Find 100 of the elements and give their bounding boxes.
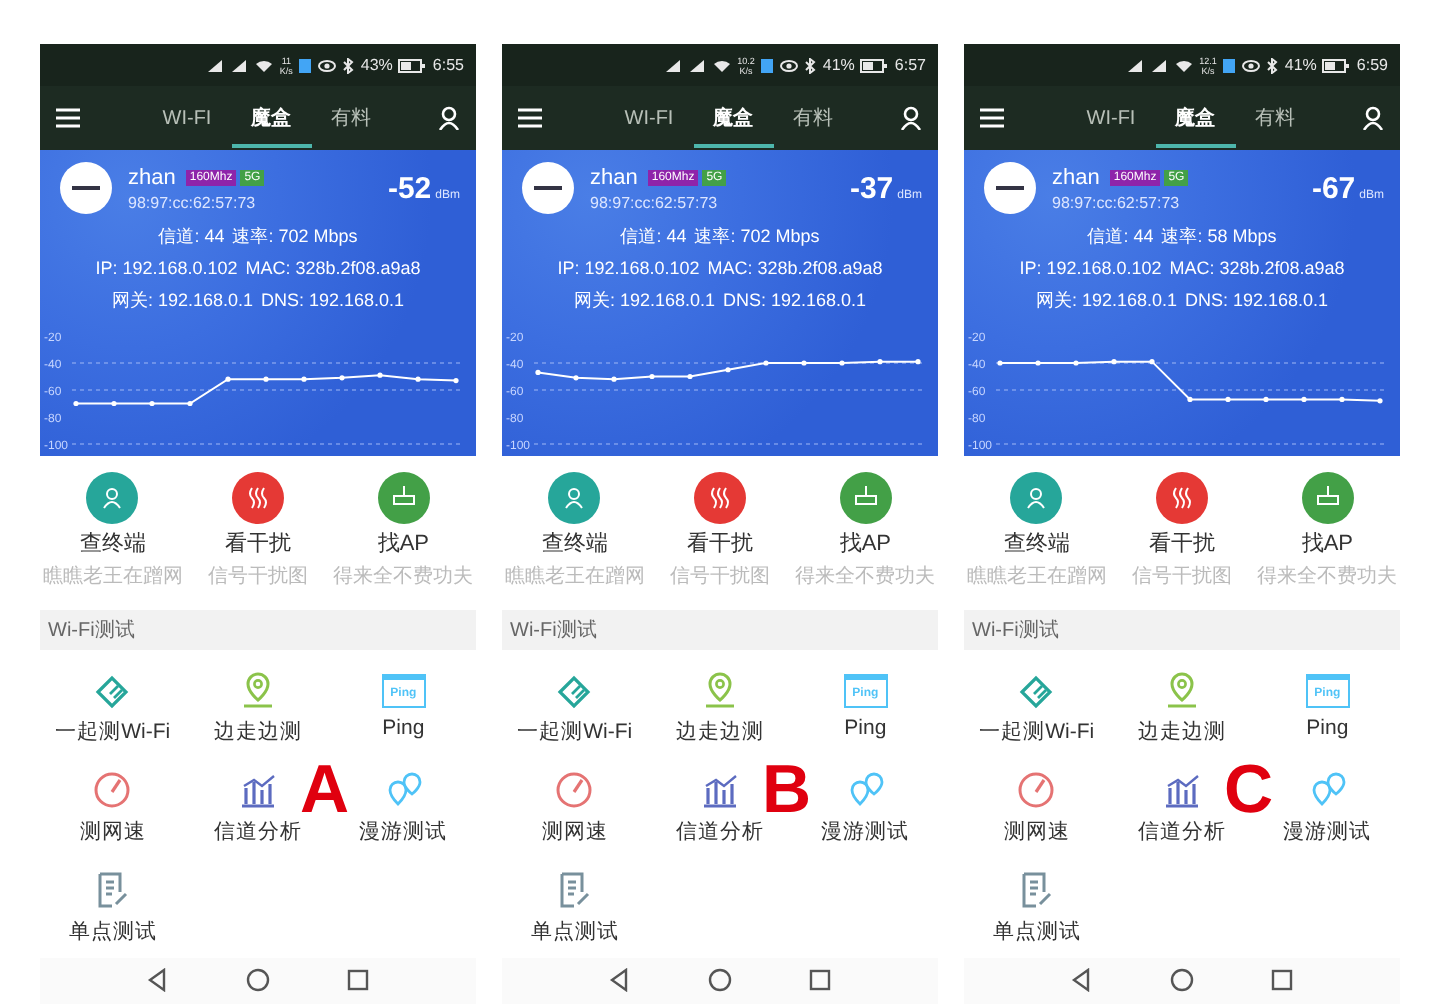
recent-apps-icon[interactable] [346, 968, 370, 993]
info-text: 网关: 192.168.0.1 [573, 288, 715, 315]
heat-waves-icon [1170, 484, 1194, 511]
data-point [839, 359, 845, 365]
section-header: Wi-Fi测试 [502, 610, 938, 650]
tool-item[interactable]: 单点测试 [502, 857, 648, 958]
home-icon[interactable] [246, 968, 270, 993]
data-point [111, 400, 117, 406]
menu-icon[interactable] [56, 108, 80, 129]
data-point [1035, 359, 1041, 365]
quick-action[interactable]: 查终端 瞧瞧老王在蹭网 [964, 471, 1110, 590]
back-icon[interactable] [608, 968, 632, 993]
wifi-icon [253, 57, 274, 74]
tab[interactable]: WI-FI [1066, 88, 1156, 149]
info-text: MAC: 328b.2f08.a9a8 [707, 256, 883, 283]
speedometer-icon [92, 769, 133, 810]
quick-action[interactable]: 看干扰 信号干扰图 [185, 471, 331, 590]
user-icon[interactable] [1362, 106, 1384, 131]
quick-action[interactable]: 找AP 得来全不费功夫 [330, 471, 477, 590]
signal-strength: -37 [849, 171, 894, 206]
menu-icon[interactable] [518, 108, 542, 129]
heat-waves-icon [708, 484, 732, 511]
back-icon[interactable] [1070, 968, 1094, 993]
data-point [415, 375, 421, 381]
data-point [801, 359, 807, 365]
eye-icon [1242, 57, 1261, 74]
speedometer-icon [1016, 769, 1057, 810]
user-icon[interactable] [900, 106, 922, 131]
quick-action[interactable]: 找AP 得来全不费功夫 [792, 471, 939, 590]
data-point [453, 377, 459, 383]
tool-item[interactable]: 边走边测 [185, 657, 331, 758]
action-title: 查终端 [1003, 529, 1070, 558]
info-text: IP: 192.168.0.102 [557, 256, 700, 283]
data-point [1301, 395, 1307, 402]
tab[interactable]: WI-FI [142, 88, 232, 149]
data-point [877, 358, 883, 364]
router-logo-icon [984, 162, 1036, 215]
location-pins-icon [845, 769, 886, 810]
action-subtitle: 瞧瞧老王在蹭网 [42, 563, 183, 590]
data-point [915, 358, 921, 364]
action-subtitle: 瞧瞧老王在蹭网 [504, 563, 645, 590]
network-name: zhan [1052, 165, 1100, 190]
people-icon [1024, 484, 1049, 511]
tool-item[interactable]: 一起测Wi-Fi [964, 657, 1110, 758]
action-title: 看干扰 [1149, 529, 1215, 558]
tool-item[interactable]: 边走边测 [647, 657, 793, 758]
router-icon [391, 484, 416, 511]
data-point [725, 366, 731, 372]
tab[interactable]: WI-FI [604, 88, 694, 149]
info-text: 速率: 58 Mbps [1161, 224, 1277, 251]
bluetooth-icon [342, 57, 355, 74]
menu-icon[interactable] [980, 108, 1004, 129]
tool-item[interactable]: 单点测试 [964, 857, 1110, 958]
tool-item[interactable]: 一起测Wi-Fi [40, 657, 186, 758]
quick-action[interactable]: 看干扰 信号干扰图 [1109, 471, 1255, 590]
tool-item[interactable]: 测网速 [40, 757, 186, 858]
action-title: 看干扰 [687, 529, 753, 558]
action-subtitle: 得来全不费功夫 [333, 563, 474, 590]
clock-time: 6:57 [894, 56, 926, 75]
info-text: IP: 192.168.0.102 [1019, 256, 1162, 283]
heat-waves-icon [246, 484, 270, 511]
tab[interactable]: 有料 [773, 88, 854, 149]
info-text: 信道: 44 [158, 224, 225, 251]
info-text: 网关: 192.168.0.1 [1035, 288, 1177, 315]
action-subtitle: 瞧瞧老王在蹭网 [966, 563, 1107, 590]
tool-item[interactable]: 一起测Wi-Fi [502, 657, 648, 758]
home-icon[interactable] [708, 968, 732, 993]
bssid-text: 98:97:cc:62:57:73 [128, 193, 258, 212]
quick-action[interactable]: 查终端 瞧瞧老王在蹭网 [40, 471, 186, 590]
quick-action[interactable]: 看干扰 信号干扰图 [647, 471, 793, 590]
data-point [1377, 397, 1383, 403]
action-title: 找AP [1301, 529, 1354, 558]
data-point [1263, 395, 1269, 402]
tool-item[interactable]: 测网速 [964, 757, 1110, 858]
quick-action[interactable]: 找AP 得来全不费功夫 [1254, 471, 1401, 590]
action-subtitle: 信号干扰图 [670, 563, 770, 590]
tab[interactable]: 有料 [311, 88, 392, 149]
router-logo-icon [60, 162, 112, 215]
user-icon[interactable] [438, 106, 460, 131]
data-point [1339, 395, 1345, 402]
tab[interactable]: 有料 [1235, 88, 1316, 149]
overlay-letter: B [762, 756, 812, 824]
data-point [149, 400, 155, 406]
bssid-text: 98:97:cc:62:57:73 [590, 193, 720, 212]
signal-strength: -52 [387, 171, 432, 206]
battery-icon [860, 57, 889, 74]
network-name: zhan [128, 165, 176, 190]
home-icon[interactable] [1170, 968, 1194, 993]
action-subtitle: 得来全不费功夫 [1257, 563, 1398, 590]
recent-apps-icon[interactable] [1270, 968, 1294, 993]
recent-apps-icon[interactable] [808, 968, 832, 993]
clock-time: 6:55 [432, 56, 464, 75]
eye-icon [318, 57, 337, 74]
quick-action[interactable]: 查终端 瞧瞧老王在蹭网 [502, 471, 648, 590]
tool-item[interactable]: 单点测试 [40, 857, 186, 958]
data-point [763, 359, 769, 365]
action-title: 找AP [377, 529, 430, 558]
tool-item[interactable]: 边走边测 [1109, 657, 1255, 758]
back-icon[interactable] [146, 968, 170, 993]
tool-item[interactable]: 测网速 [502, 757, 648, 858]
